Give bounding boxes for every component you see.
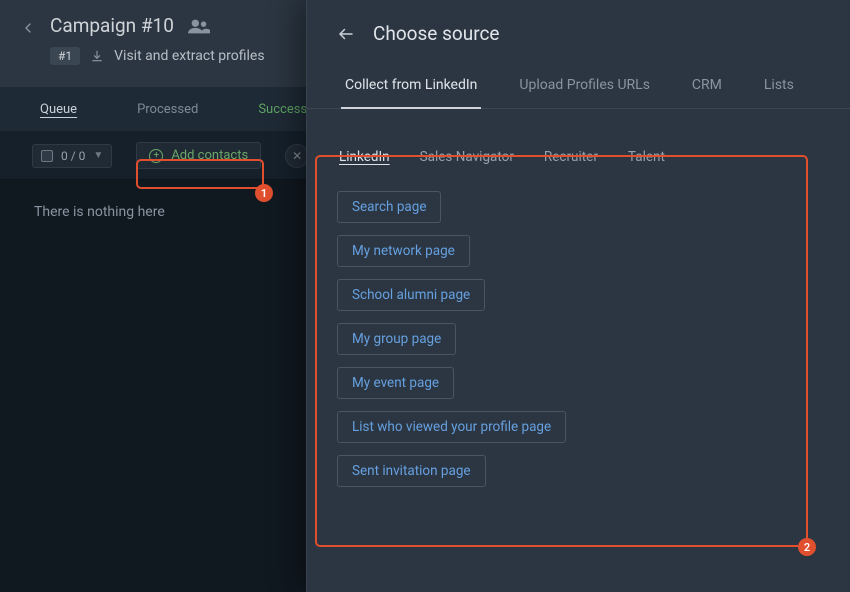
option-my-group[interactable]: My group page: [337, 323, 456, 355]
people-icon: [188, 18, 210, 34]
step-chip: #1: [50, 47, 80, 65]
selection-count-text: 0 / 0: [61, 149, 85, 163]
tab-lists[interactable]: Lists: [760, 67, 798, 108]
tab-queue[interactable]: Queue: [40, 88, 77, 131]
panel-header: Choose source: [307, 0, 850, 59]
empty-state-text: There is nothing here: [34, 204, 165, 220]
plus-circle-icon: +: [149, 149, 163, 163]
option-school-alumni[interactable]: School alumni page: [337, 279, 485, 311]
option-search-page[interactable]: Search page: [337, 191, 441, 223]
download-icon: [90, 49, 104, 63]
source-tabs: Collect from LinkedIn Upload Profiles UR…: [307, 59, 850, 109]
chevron-down-icon: ▼: [93, 150, 103, 161]
selection-count[interactable]: 0 / 0 ▼: [32, 144, 112, 168]
callout-badge-1: 1: [255, 184, 273, 202]
option-my-event[interactable]: My event page: [337, 367, 454, 399]
campaign-title: Campaign #10: [50, 14, 174, 37]
step-text: Visit and extract profiles: [114, 48, 264, 64]
tab-processed[interactable]: Processed: [137, 88, 198, 131]
option-viewed-profile[interactable]: List who viewed your profile page: [337, 411, 566, 443]
sub-tab-recruiter[interactable]: Recruiter: [544, 149, 598, 165]
platform-sub-tabs: LinkedIn Sales Navigator Recruiter Talen…: [335, 145, 822, 179]
panel-title: Choose source: [373, 22, 500, 45]
sub-tab-sales-navigator[interactable]: Sales Navigator: [420, 149, 514, 165]
panel-back-icon[interactable]: [337, 25, 355, 43]
linkedin-source-area: LinkedIn Sales Navigator Recruiter Talen…: [325, 131, 832, 576]
close-icon: ✕: [292, 149, 302, 163]
back-icon[interactable]: [20, 20, 36, 36]
option-my-network[interactable]: My network page: [337, 235, 470, 267]
choose-source-panel: Choose source Collect from LinkedIn Uplo…: [306, 0, 850, 592]
callout-badge-2: 2: [798, 538, 816, 556]
option-sent-invitation[interactable]: Sent invitation page: [337, 455, 486, 487]
checkbox-icon: [41, 150, 53, 162]
page-options-list: Search page My network page School alumn…: [335, 179, 822, 499]
add-contacts-button[interactable]: + Add contacts: [136, 142, 261, 169]
sub-tab-linkedin[interactable]: LinkedIn: [339, 149, 390, 165]
add-contacts-label: Add contacts: [171, 148, 248, 163]
tab-collect-linkedin[interactable]: Collect from LinkedIn: [341, 67, 481, 109]
sub-tab-talent[interactable]: Talent: [628, 149, 665, 165]
tab-upload-urls[interactable]: Upload Profiles URLs: [515, 67, 654, 108]
tab-crm[interactable]: CRM: [688, 67, 726, 108]
